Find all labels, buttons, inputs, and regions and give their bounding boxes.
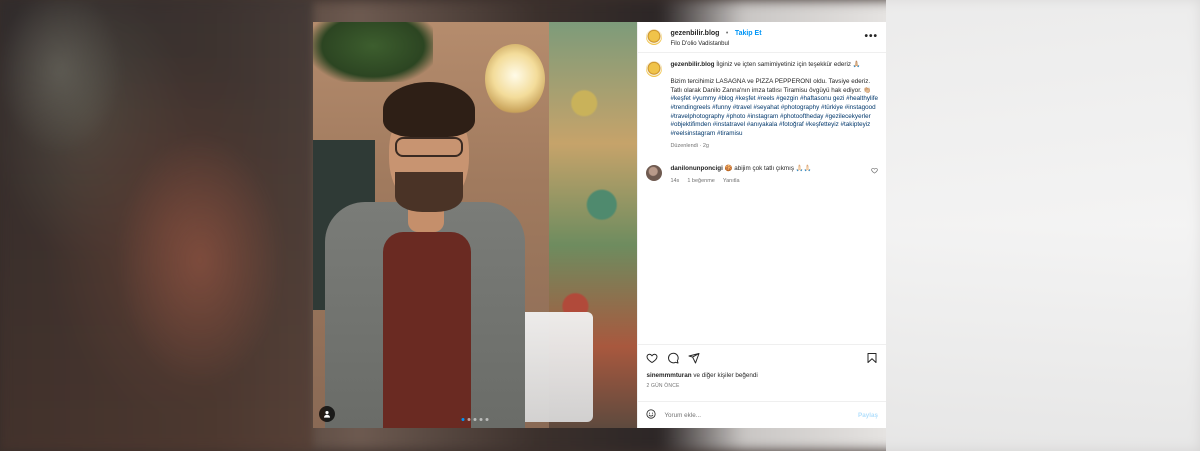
emoji-icon[interactable] [646,409,657,421]
comment-username[interactable]: danilonunponcigi [670,165,722,172]
likes-summary: sinemmmturan ve diğer kişiler beğendi [646,372,878,379]
caption-meta: Düzenlendi · 2g [670,143,709,150]
author-avatar[interactable] [646,29,663,45]
photo-plant [313,22,433,82]
share-icon[interactable] [688,352,700,364]
carousel-dot[interactable] [473,418,477,421]
comment-body: danilonunponcigi 🍪 abijim çok tatlı çıkm… [670,165,811,185]
photo-person-shirt [383,232,471,428]
carousel-dot[interactable] [461,418,465,421]
post-side-panel: gezenbilir.blog • Takip Et Filo D'olio V… [637,22,886,428]
photo-lamp [485,44,545,114]
post-modal: gezenbilir.blog • Takip Et Filo D'olio V… [313,22,886,428]
follow-button[interactable]: Takip Et [735,30,762,37]
post-actions: sinemmmturan ve diğer kişiler beğendi 2 … [638,344,886,401]
post-header: gezenbilir.blog • Takip Et Filo D'olio V… [638,22,886,53]
comment-heart-icon[interactable] [871,167,878,176]
comments-area: gezenbilir.blog İlginiz ve içten samimiy… [638,53,886,344]
likes-user[interactable]: sinemmmturan [646,372,691,379]
more-icon[interactable]: ••• [864,31,878,42]
heart-icon[interactable] [646,352,658,364]
bookmark-icon[interactable] [866,352,878,364]
post-date[interactable]: 2 GÜN ÖNCE [646,383,878,389]
caption-line1: İlginiz ve içten samimiyetiniz için teşe… [716,61,861,68]
author-info: gezenbilir.blog • Takip Et Filo D'olio V… [670,26,761,49]
carousel-dot[interactable] [485,418,489,421]
post-location[interactable]: Filo D'olio Vadistanbul [670,39,761,49]
comment-input[interactable] [664,411,859,419]
photo-person-hair [383,82,475,137]
comment-time: 14s [670,177,680,184]
caption-avatar[interactable] [646,61,663,77]
photo-person-glasses [395,137,463,157]
post-caption: gezenbilir.blog İlginiz ve içten samimiy… [646,61,878,151]
comment-reply-button[interactable]: Yanıtla [723,177,740,186]
likes-suffix[interactable]: ve diğer kişiler beğendi [692,372,757,379]
post-comment-button[interactable]: Paylaş [858,412,878,419]
caption-body: gezenbilir.blog İlginiz ve içten samimiy… [670,61,878,151]
comment-likes[interactable]: 1 beğenme [687,177,715,186]
photo-person-beard [395,172,463,212]
user-icon[interactable] [319,406,335,422]
commenter-avatar[interactable] [646,164,663,181]
post-photo[interactable] [313,22,638,428]
carousel-dots [461,418,489,421]
carousel-dot[interactable] [479,418,483,421]
caption-text: Bizim tercihimiz LASAGNA ve PIZZA PEPPER… [670,78,872,94]
comment-meta: 14s 1 beğenme Yanıtla [670,177,811,186]
backdrop-left-blur [0,0,313,451]
comment-item: danilonunponcigi 🍪 abijim çok tatlı çıkm… [646,164,878,185]
author-username[interactable]: gezenbilir.blog [670,30,719,37]
add-comment-bar: Paylaş [638,401,886,428]
comment-icon[interactable] [667,352,680,364]
caption-hashtags[interactable]: #keşfet #yummy #blog #keşfet #reels #gez… [670,95,878,136]
header-separator: • [725,29,729,37]
photo-chair [513,312,593,422]
comment-text: 🍪 abijim çok tatlı çıkmış 🙏🏻🙏🏻 [724,164,812,172]
action-icons [646,351,878,365]
backdrop-right-blur [886,0,1200,451]
carousel-dot[interactable] [467,418,471,421]
caption-username[interactable]: gezenbilir.blog [670,61,714,68]
